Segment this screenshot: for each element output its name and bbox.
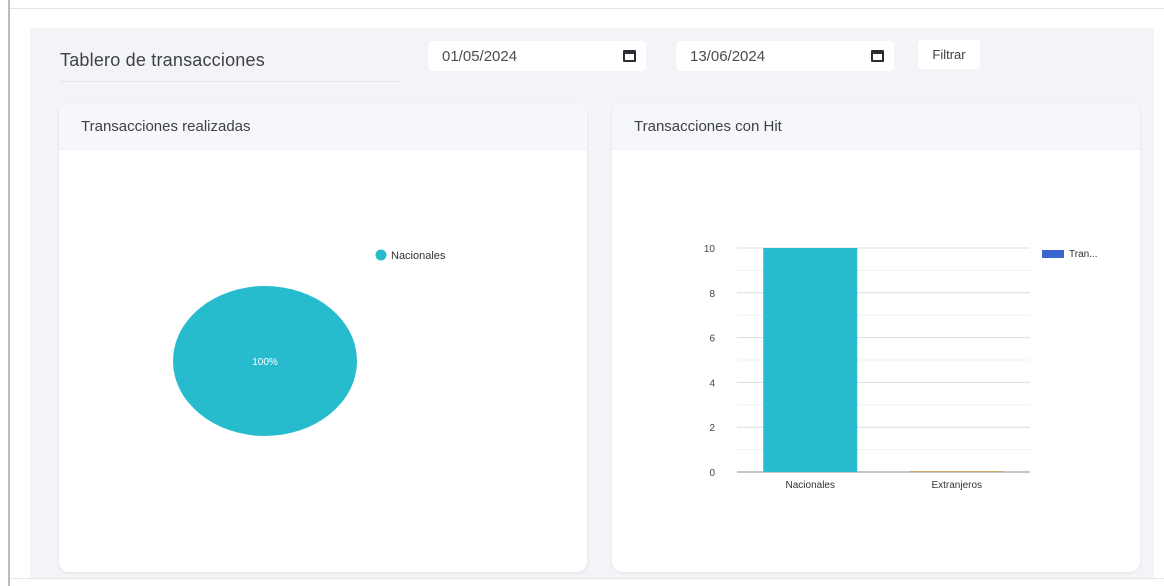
legend-marker — [375, 249, 387, 261]
page-title: Tablero de transacciones — [60, 50, 265, 70]
x-tick-label: Extranjeros — [931, 480, 982, 491]
pie-slice-label: 100% — [252, 357, 278, 368]
legend-label: Nacionales — [391, 250, 446, 262]
pie-chart: 100% Nacionales — [173, 249, 446, 436]
window-frame-left — [8, 0, 10, 586]
y-tick-label: 0 — [709, 468, 715, 479]
date-to-value: 13/06/2024 — [690, 47, 766, 65]
y-tick-label: 10 — [704, 244, 716, 255]
bar-chart: 0 2 4 6 8 10 Nacionales Extranjeros Tran... — [704, 244, 1098, 491]
calendar-icon[interactable] — [623, 50, 636, 62]
date-to-input[interactable]: 13/06/2024 — [676, 41, 894, 71]
card-title: Transacciones realizadas — [59, 104, 587, 150]
y-tick-label: 6 — [709, 334, 715, 345]
date-from-input[interactable]: 01/05/2024 — [428, 41, 646, 71]
card-transacciones-realizadas: Transacciones realizadas 100% Nacionales — [59, 104, 587, 572]
calendar-icon[interactable] — [871, 50, 884, 62]
filter-button[interactable]: Filtrar — [918, 40, 980, 69]
window-frame-bottom — [10, 578, 1164, 579]
legend-label: Tran... — [1069, 249, 1098, 260]
bar-nacionales — [763, 248, 858, 472]
bar-extranjeros — [909, 471, 1004, 472]
card-transacciones-con-hit: Transacciones con Hit 0 2 4 6 8 10 Nacionales E… — [612, 104, 1140, 572]
dashboard: Tablero de transacciones 01/05/2024 13/0… — [30, 28, 1154, 578]
window-frame-top — [10, 8, 1164, 9]
x-tick-label: Nacionales — [786, 480, 835, 491]
legend-marker — [1042, 250, 1064, 258]
title-underline — [60, 81, 400, 82]
date-from-value: 01/05/2024 — [442, 47, 518, 65]
y-tick-label: 2 — [709, 423, 715, 434]
card-title: Transacciones con Hit — [612, 104, 1140, 150]
y-tick-label: 8 — [709, 289, 715, 300]
y-tick-label: 4 — [709, 378, 715, 389]
